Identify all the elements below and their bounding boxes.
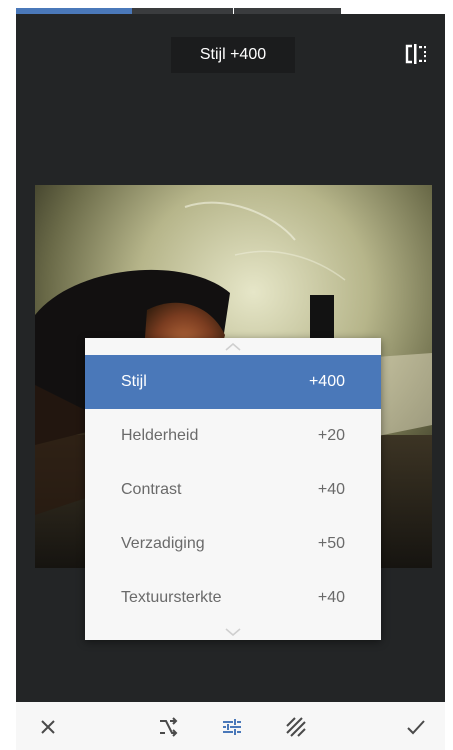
menu-item-verzadiging[interactable]: Verzadiging +50 xyxy=(85,517,381,571)
style-icon[interactable] xyxy=(286,717,306,737)
tune-icon[interactable] xyxy=(222,717,242,737)
compare-icon[interactable] xyxy=(405,44,427,64)
close-icon[interactable] xyxy=(38,717,58,737)
progress-segment xyxy=(234,8,341,14)
bottom-toolbar xyxy=(16,702,445,750)
adjustment-menu[interactable]: Stijl +400 Helderheid +20 Contrast +40 V… xyxy=(85,338,381,640)
menu-item-helderheid[interactable]: Helderheid +20 xyxy=(85,409,381,463)
adjustment-title: Stijl +400 xyxy=(171,37,295,73)
chevron-down-icon xyxy=(225,628,241,636)
menu-item-label: Helderheid xyxy=(121,427,199,444)
tool-progress-strip xyxy=(16,0,445,14)
checkmark-icon[interactable] xyxy=(406,717,426,737)
menu-item-label: Textuursterkte xyxy=(121,589,222,606)
menu-item-label: Verzadiging xyxy=(121,535,205,552)
menu-item-label: Contrast xyxy=(121,481,182,498)
shuffle-icon[interactable] xyxy=(158,717,178,737)
menu-item-contrast[interactable]: Contrast +40 xyxy=(85,463,381,517)
progress-segment xyxy=(132,8,233,14)
menu-item-value: +40 xyxy=(317,589,345,606)
menu-item-value: +20 xyxy=(317,427,345,444)
menu-item-value: +50 xyxy=(317,535,345,552)
chevron-up-icon xyxy=(225,343,241,351)
adjustment-title-text: Stijl +400 xyxy=(199,46,267,63)
menu-item-value: +40 xyxy=(317,481,345,498)
menu-item-value: +400 xyxy=(308,373,345,390)
menu-item-textuursterkte[interactable]: Textuursterkte +40 xyxy=(85,571,381,625)
menu-item-stijl[interactable]: Stijl +400 xyxy=(85,355,381,409)
menu-item-label: Stijl xyxy=(121,373,147,390)
editor-screen: Stijl +400 Stijl +400 Helderheid +20 Con… xyxy=(16,0,445,750)
progress-segment-active xyxy=(16,8,132,14)
